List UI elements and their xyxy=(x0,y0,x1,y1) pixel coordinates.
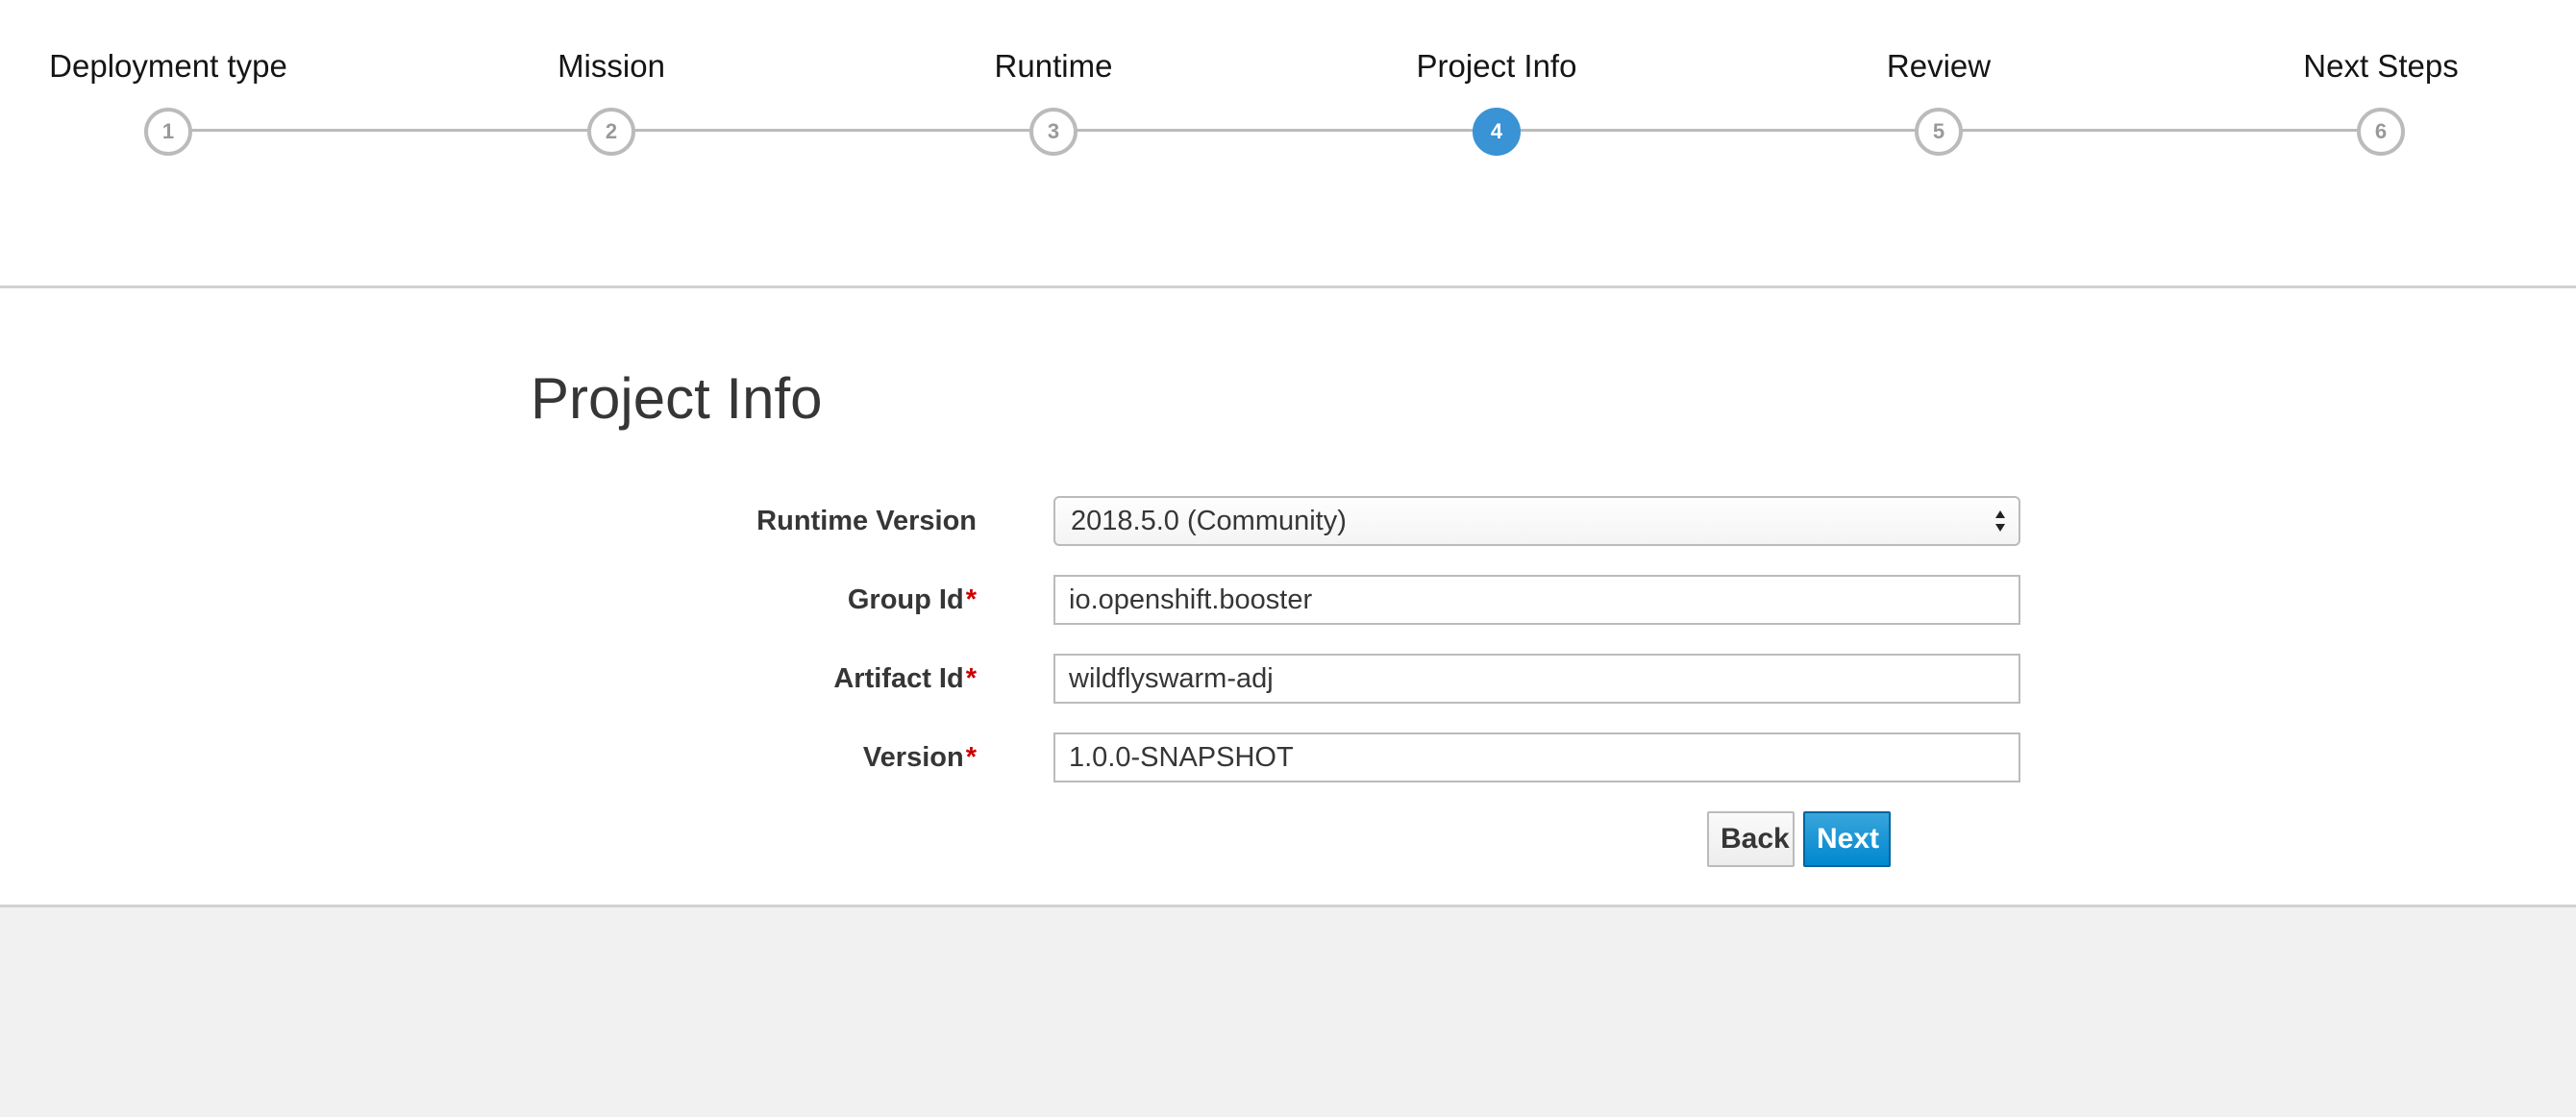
step-label[interactable]: Deployment type xyxy=(0,48,360,85)
select-updown-arrows-icon xyxy=(1995,510,2005,532)
step-number-circle[interactable]: 5 xyxy=(1915,108,1963,156)
wizard-step-project-info[interactable]: Project Info 4 xyxy=(1304,0,1689,173)
next-button[interactable]: Next xyxy=(1803,811,1891,867)
runtime-version-row: Runtime Version 2018.5.0 (Community) xyxy=(0,496,2576,546)
runtime-version-select[interactable]: 2018.5.0 (Community) xyxy=(1053,496,2020,546)
required-marker: * xyxy=(965,663,977,694)
version-label: Version* xyxy=(862,742,977,773)
version-row: Version* xyxy=(0,732,2576,782)
wizard-step-runtime[interactable]: Runtime 3 xyxy=(861,0,1246,173)
step-number-circle[interactable]: 1 xyxy=(144,108,192,156)
step-number-circle[interactable]: 2 xyxy=(587,108,635,156)
group-id-label: Group Id* xyxy=(847,584,977,615)
group-id-row: Group Id* xyxy=(0,575,2576,625)
required-marker: * xyxy=(965,584,977,615)
step-label[interactable]: Project Info xyxy=(1304,48,1689,85)
step-label[interactable]: Mission xyxy=(419,48,804,85)
runtime-version-selected-value: 2018.5.0 (Community) xyxy=(1071,506,1347,536)
runtime-version-label: Runtime Version xyxy=(756,506,977,536)
wizard-steps-header: Deployment type 1 Mission 2 Runtime 3 Pr… xyxy=(0,0,2576,288)
step-number-circle[interactable]: 3 xyxy=(1029,108,1077,156)
required-marker: * xyxy=(965,742,977,773)
group-id-field[interactable] xyxy=(1053,575,2020,625)
back-button[interactable]: Back xyxy=(1707,811,1795,867)
wizard-step-mission[interactable]: Mission 2 xyxy=(419,0,804,173)
project-info-panel: Project Info Runtime Version 2018.5.0 (C… xyxy=(0,288,2576,907)
form-actions: Back Next xyxy=(0,811,2576,867)
step-number-circle-active[interactable]: 4 xyxy=(1473,108,1521,156)
step-label[interactable]: Review xyxy=(1746,48,2131,85)
version-field[interactable] xyxy=(1053,732,2020,782)
page-title: Project Info xyxy=(531,366,823,431)
wizard-step-next-steps[interactable]: Next Steps 6 xyxy=(2189,0,2573,173)
wizard-step-review[interactable]: Review 5 xyxy=(1746,0,2131,173)
artifact-id-label: Artifact Id* xyxy=(833,663,977,694)
artifact-id-row: Artifact Id* xyxy=(0,654,2576,704)
wizard-step-deployment-type[interactable]: Deployment type 1 xyxy=(0,0,360,173)
artifact-id-field[interactable] xyxy=(1053,654,2020,704)
step-label[interactable]: Runtime xyxy=(861,48,1246,85)
page-footer-area xyxy=(0,907,2576,1117)
step-number-circle[interactable]: 6 xyxy=(2357,108,2405,156)
step-label[interactable]: Next Steps xyxy=(2189,48,2573,85)
